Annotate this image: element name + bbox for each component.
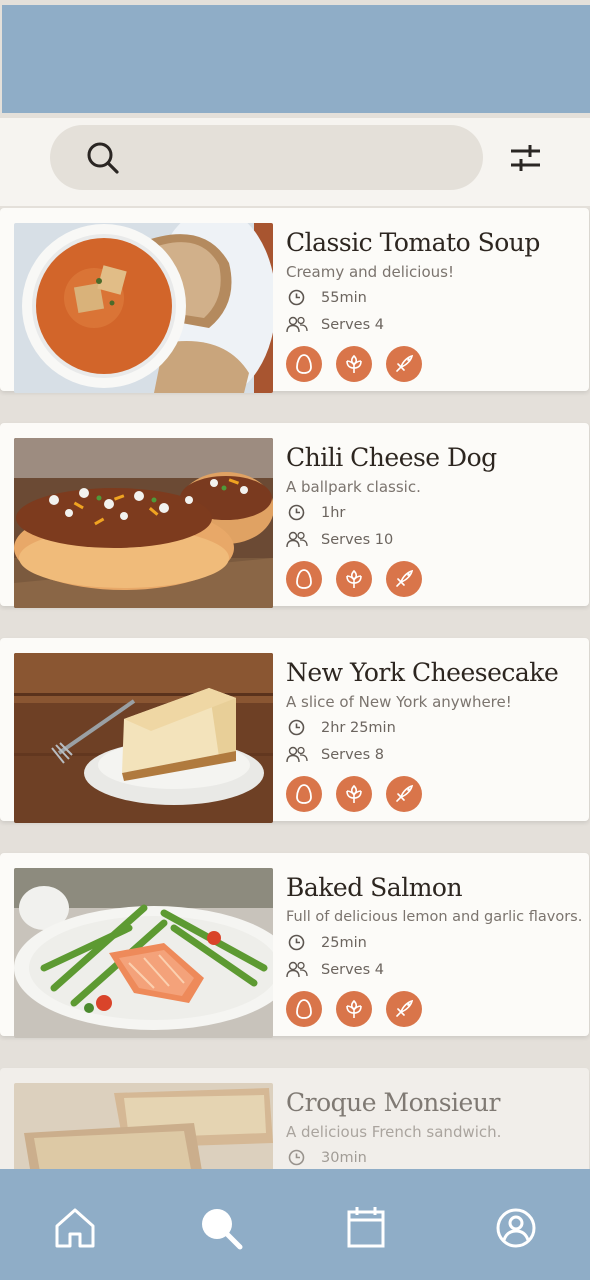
people-icon (286, 531, 308, 548)
recipe-serves-label: Serves 4 (321, 961, 384, 978)
bottom-navigation (0, 1169, 590, 1280)
recipe-time-label: 55min (321, 289, 367, 306)
people-icon (286, 746, 308, 763)
search-input[interactable] (50, 125, 483, 190)
recipe-serves: Serves 4 (286, 311, 581, 338)
recipe-time-label: 1hr (321, 504, 346, 521)
grain-icon (336, 776, 372, 812)
egg-icon (286, 776, 322, 812)
allergen-badges (286, 776, 581, 812)
home-icon (55, 1208, 95, 1248)
allergen-badges (286, 991, 581, 1027)
recipe-time: 30min (286, 1144, 581, 1170)
recipe-serves: Serves 4 (286, 956, 581, 983)
fish-icon (386, 346, 422, 382)
nav-profile-button[interactable] (493, 1205, 539, 1251)
fish-icon (386, 991, 422, 1027)
grain-icon (336, 991, 372, 1027)
recipe-card[interactable]: Baked Salmon Full of delicious lemon and… (0, 853, 589, 1038)
egg-icon (286, 991, 322, 1027)
clock-icon (288, 289, 305, 306)
recipe-subtitle: A ballpark classic. (286, 478, 421, 496)
recipe-time: 2hr 25min (286, 714, 581, 741)
clock-icon (288, 504, 305, 521)
recipe-image-chili-cheese-dog (14, 438, 273, 608)
search-bar-area (0, 118, 590, 206)
fish-icon (386, 776, 422, 812)
recipe-time: 55min (286, 284, 581, 311)
nav-search-button[interactable] (198, 1205, 244, 1251)
people-icon (286, 316, 308, 333)
egg-icon (286, 561, 322, 597)
nav-home-button[interactable] (52, 1205, 98, 1251)
recipe-subtitle: A delicious French sandwich. (286, 1123, 502, 1141)
profile-icon (496, 1208, 536, 1248)
allergen-badges (286, 346, 581, 382)
recipe-image-baked-salmon (14, 868, 273, 1038)
recipe-serves: Serves 8 (286, 741, 581, 768)
recipe-serves-label: Serves 4 (321, 316, 384, 333)
recipe-subtitle: Creamy and delicious! (286, 263, 454, 281)
recipe-card[interactable]: Classic Tomato Soup Creamy and delicious… (0, 208, 589, 393)
people-icon (286, 961, 308, 978)
recipe-image-tomato-soup (14, 223, 273, 393)
calendar-icon (347, 1207, 385, 1248)
recipe-subtitle: A slice of New York anywhere! (286, 693, 512, 711)
recipe-time: 25min (286, 929, 581, 956)
recipe-title: New York Cheesecake (286, 658, 559, 687)
recipe-time-label: 30min (321, 1149, 367, 1166)
search-icon (202, 1209, 243, 1250)
recipe-time: 1hr (286, 499, 581, 526)
recipe-time-label: 2hr 25min (321, 719, 396, 736)
recipe-title: Croque Monsieur (286, 1088, 500, 1117)
egg-icon (286, 346, 322, 382)
recipe-title: Chili Cheese Dog (286, 443, 497, 472)
recipe-serves-label: Serves 8 (321, 746, 384, 763)
nav-calendar-button[interactable] (344, 1205, 390, 1251)
recipe-image-cheesecake (14, 653, 273, 823)
grain-icon (336, 346, 372, 382)
recipe-title: Baked Salmon (286, 873, 463, 902)
recipe-title: Classic Tomato Soup (286, 228, 540, 257)
recipe-list: Classic Tomato Soup Creamy and delicious… (0, 208, 590, 1170)
search-icon (87, 142, 119, 174)
grain-icon (336, 561, 372, 597)
allergen-badges (286, 561, 581, 597)
recipe-card[interactable]: Croque Monsieur A delicious French sandw… (0, 1068, 589, 1170)
recipe-serves: Serves 10 (286, 526, 581, 553)
recipe-image-croque-monsieur (14, 1083, 273, 1170)
recipe-card[interactable]: New York Cheesecake A slice of New York … (0, 638, 589, 823)
clock-icon (288, 1149, 305, 1166)
fish-icon (386, 561, 422, 597)
recipe-serves-label: Serves 10 (321, 531, 394, 548)
recipe-subtitle: Full of delicious lemon and garlic flavo… (286, 909, 583, 925)
recipe-card[interactable]: Chili Cheese Dog A ballpark classic. 1hr… (0, 423, 589, 608)
status-bar (2, 5, 590, 113)
recipe-time-label: 25min (321, 934, 367, 951)
filter-sliders-icon (511, 145, 540, 171)
clock-icon (288, 934, 305, 951)
filter-button[interactable] (506, 140, 546, 176)
clock-icon (288, 719, 305, 736)
